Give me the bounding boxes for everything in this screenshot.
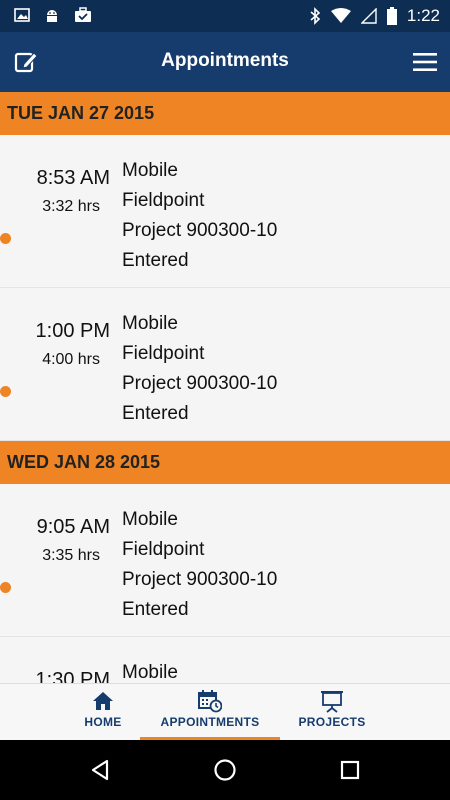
appointment-line-4: Entered — [122, 599, 189, 620]
status-bar: 1:22 — [0, 0, 450, 32]
appointment-line-4: Entered — [122, 403, 189, 424]
appointment-time: 8:53 AM — [36, 167, 110, 189]
appointment-time: 1:00 PM — [35, 320, 110, 342]
hamburger-menu-icon[interactable] — [413, 52, 437, 72]
appointment-line-4: Entered — [122, 250, 189, 271]
appointments-list[interactable]: TUE JAN 27 2015 8:53 AM 3:32 hrs Mobile … — [0, 92, 450, 683]
cell-signal-icon — [360, 8, 377, 24]
bottom-tab-bar: HOME APPOINTMENTS PROJECTS — [0, 683, 450, 741]
back-icon[interactable] — [88, 758, 112, 782]
appointment-time: 1:30 PM — [35, 669, 110, 683]
status-dot-icon — [0, 386, 11, 397]
appointment-line-3: Project 900300-10 — [122, 373, 278, 394]
status-dot-icon — [0, 582, 11, 593]
tab-appointments[interactable]: APPOINTMENTS — [140, 684, 280, 741]
recents-icon[interactable] — [338, 758, 362, 782]
home-icon — [93, 692, 113, 710]
appointment-duration: 4:00 hrs — [42, 351, 100, 368]
system-navigation-bar — [0, 740, 450, 800]
appointment-duration: 3:35 hrs — [42, 547, 100, 564]
bluetooth-icon — [310, 7, 321, 25]
tab-projects-label: PROJECTS — [298, 715, 366, 729]
wifi-icon — [330, 8, 351, 23]
tab-home-label: HOME — [84, 715, 122, 729]
appointment-line-2: Fieldpoint — [122, 190, 205, 211]
image-notification-icon — [14, 8, 30, 22]
appointment-line-1: Mobile — [122, 313, 178, 334]
appointment-line-2: Fieldpoint — [122, 343, 205, 364]
tab-projects[interactable]: PROJECTS — [290, 684, 374, 741]
app-bar: Appointments — [0, 32, 450, 92]
appointment-item[interactable]: 1:00 PM 4:00 hrs Mobile Fieldpoint Proje… — [0, 288, 450, 441]
page-title: Appointments — [161, 50, 289, 71]
tab-home[interactable]: HOME — [65, 684, 141, 741]
battery-icon — [386, 7, 397, 25]
appointment-line-1: Mobile — [122, 509, 178, 530]
appointment-duration: 3:32 hrs — [42, 198, 100, 215]
appointment-item[interactable]: 1:30 PM Mobile — [0, 637, 450, 683]
android-notification-icon — [47, 10, 57, 22]
appointment-time: 9:05 AM — [36, 516, 110, 538]
appointment-item[interactable]: 9:05 AM 3:35 hrs Mobile Fieldpoint Proje… — [0, 484, 450, 637]
appointment-line-1: Mobile — [122, 160, 178, 181]
appointment-line-3: Project 900300-10 — [122, 220, 278, 241]
tab-appointments-label: APPOINTMENTS — [160, 715, 260, 729]
day-header: TUE JAN 27 2015 — [0, 92, 450, 135]
home-circle-icon[interactable] — [213, 758, 237, 782]
day-header: WED JAN 28 2015 — [0, 441, 450, 484]
briefcase-check-icon — [75, 7, 91, 22]
presentation-board-icon — [321, 691, 343, 713]
appointment-line-2: Fieldpoint — [122, 539, 205, 560]
appointment-line-3: Project 900300-10 — [122, 569, 278, 590]
status-dot-icon — [0, 233, 11, 244]
appointment-line-1: Mobile — [122, 662, 178, 683]
appointment-item[interactable]: 8:53 AM 3:32 hrs Mobile Fieldpoint Proje… — [0, 135, 450, 288]
calendar-clock-icon — [198, 690, 222, 713]
status-time: 1:22 — [406, 6, 440, 25]
